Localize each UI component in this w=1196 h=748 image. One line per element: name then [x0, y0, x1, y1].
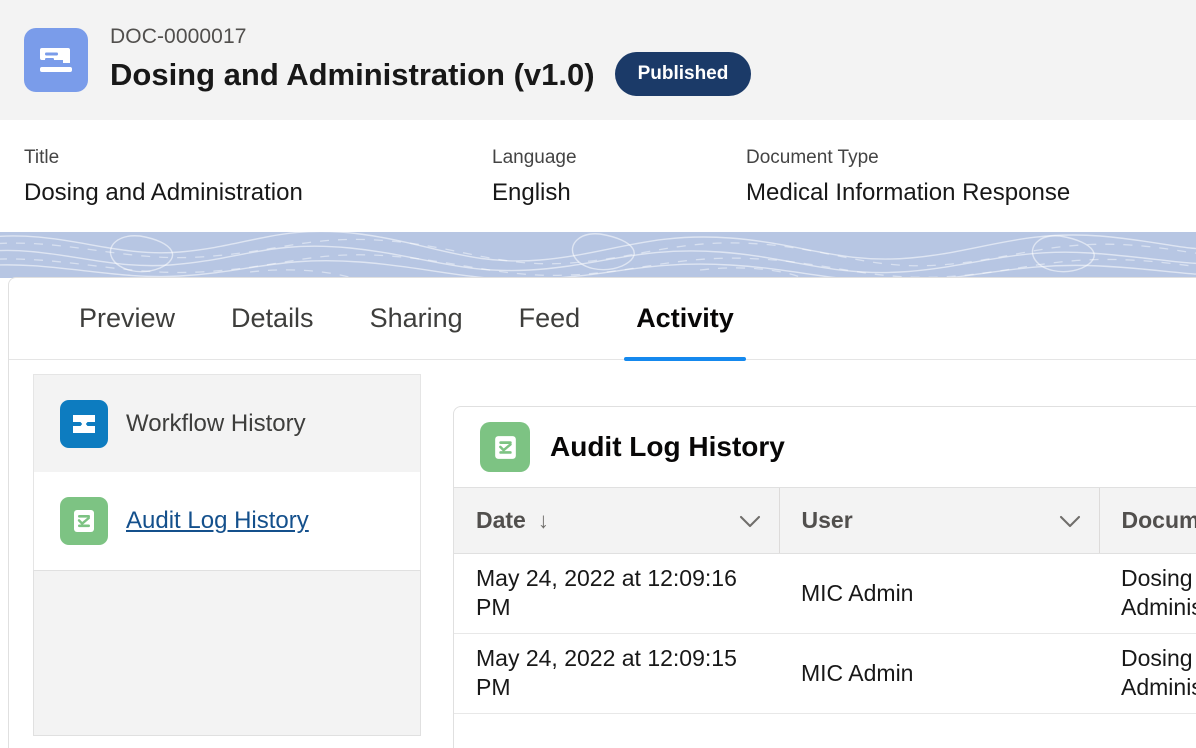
chevron-down-icon[interactable] [739, 507, 761, 534]
sidebar-item-audit-log-history[interactable]: Audit Log History [33, 472, 421, 570]
activity-body: Workflow History Audit Log History [9, 360, 1196, 748]
meta-field-language: Language English [492, 144, 746, 209]
tab-activity[interactable]: Activity [608, 278, 762, 360]
column-header-label: Document [1122, 507, 1196, 534]
meta-label: Document Type [746, 144, 1070, 173]
column-header-label: User [802, 507, 853, 534]
meta-value: English [492, 178, 746, 208]
meta-label: Language [492, 144, 746, 173]
audit-log-table: Date ↓ [454, 487, 1196, 714]
meta-value: Medical Information Response [746, 178, 1070, 208]
record-page: DOC-0000017 Dosing and Administration (v… [0, 0, 1196, 748]
cell-user: MIC Admin [779, 633, 1099, 713]
column-header-user[interactable]: User [779, 488, 1099, 554]
table-header-row: Date ↓ [454, 488, 1196, 554]
decorative-banner [0, 232, 1196, 278]
meta-value: Dosing and Administration [24, 178, 492, 208]
audit-log-header: Audit Log History [454, 407, 1196, 487]
status-badge: Published [615, 52, 752, 96]
chevron-down-icon[interactable] [1059, 507, 1081, 534]
record-header-text: DOC-0000017 Dosing and Administration (v… [110, 24, 751, 96]
tab-details[interactable]: Details [203, 278, 342, 360]
cell-document: Dosing and Administration [1099, 554, 1196, 634]
cell-user: MIC Admin [779, 554, 1099, 634]
sidebar-item-label: Workflow History [126, 410, 306, 438]
cell-document: Dosing and Administration [1099, 633, 1196, 713]
meta-label: Title [24, 144, 492, 173]
cell-date: May 24, 2022 at 12:09:16 PM [454, 554, 779, 634]
tab-bar: Preview Details Sharing Feed Activity [9, 278, 1196, 360]
workflow-icon [60, 400, 108, 448]
column-header-label: Date [476, 507, 526, 534]
table-row[interactable]: May 24, 2022 at 12:09:15 PM MIC Admin Do… [454, 633, 1196, 713]
column-header-document[interactable]: Document [1099, 488, 1196, 554]
tab-sharing[interactable]: Sharing [342, 278, 491, 360]
record-header: DOC-0000017 Dosing and Administration (v… [0, 0, 1196, 120]
page-title: Dosing and Administration (v1.0) [110, 56, 595, 93]
column-header-date[interactable]: Date ↓ [454, 488, 779, 554]
audit-log-icon [480, 422, 530, 472]
table-row[interactable]: May 24, 2022 at 12:09:16 PM MIC Admin Do… [454, 554, 1196, 634]
meta-field-title: Title Dosing and Administration [24, 144, 492, 209]
sidebar-item-workflow-history[interactable]: Workflow History [33, 374, 421, 472]
record-number: DOC-0000017 [110, 24, 751, 50]
metadata-strip: Title Dosing and Administration Language… [0, 120, 1196, 232]
sort-desc-icon: ↓ [538, 510, 549, 532]
main-content-card: Preview Details Sharing Feed Activity Wo… [8, 277, 1196, 748]
record-title-row: Dosing and Administration (v1.0) Publish… [110, 52, 751, 96]
cell-date: May 24, 2022 at 12:09:15 PM [454, 633, 779, 713]
meta-field-document-type: Document Type Medical Information Respon… [746, 144, 1070, 209]
sidebar-empty-region [33, 570, 421, 736]
audit-log-title: Audit Log History [550, 431, 785, 463]
tab-feed[interactable]: Feed [491, 278, 609, 360]
sidebar-item-label[interactable]: Audit Log History [126, 507, 309, 535]
activity-sidebar: Workflow History Audit Log History [9, 360, 421, 748]
audit-log-panel: Audit Log History Date ↓ [453, 406, 1196, 748]
audit-log-icon [60, 497, 108, 545]
document-icon [24, 28, 88, 92]
tab-preview[interactable]: Preview [51, 278, 203, 360]
